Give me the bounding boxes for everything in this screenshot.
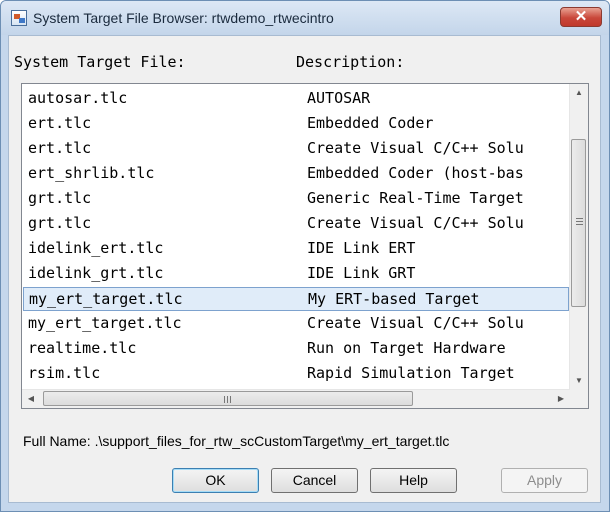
ok-button[interactable]: OK [172, 468, 259, 493]
target-file-name: my_ert_target.tlc [29, 290, 183, 308]
apply-button[interactable]: Apply [501, 468, 588, 493]
grip-line [576, 218, 583, 219]
target-file-description: Create Visual C/C++ Solu [307, 214, 524, 232]
target-file-description: Embedded Coder [307, 114, 434, 132]
target-file-name: autosar.tlc [28, 89, 128, 107]
target-file-name: ert_shrlib.tlc [28, 164, 155, 182]
target-file-name: rsim.tlc [28, 364, 101, 382]
target-file-description: Create Visual C/C++ Solu [307, 139, 524, 157]
target-file-name: grt.tlc [28, 214, 92, 232]
help-button[interactable]: Help [370, 468, 457, 493]
grip-line [230, 396, 231, 403]
target-file-name: my_ert_target.tlc [28, 314, 182, 332]
grip-line [224, 396, 225, 403]
cancel-button[interactable]: Cancel [271, 468, 358, 493]
grip-line [576, 221, 583, 222]
list-item[interactable]: autosar.tlc AUTOSAR [23, 87, 569, 111]
target-file-name: realtime.tlc [28, 339, 137, 357]
target-file-description: Generic Real-Time Target [307, 189, 524, 207]
horizontal-scroll-thumb[interactable] [43, 391, 413, 406]
target-file-description: IDE Link ERT [307, 239, 416, 257]
target-file-name: idelink_ert.tlc [28, 239, 164, 257]
target-file-name: ert.tlc [28, 139, 92, 157]
target-file-description: Run on Target Hardware [307, 339, 506, 357]
target-file-description: IDE Link GRT [307, 264, 416, 282]
list-item[interactable]: grt.tlc Create Visual C/C++ Solu [23, 212, 569, 236]
target-file-description: My ERT-based Target [308, 290, 480, 308]
list-item[interactable]: idelink_ert.tlc IDE Link ERT [23, 237, 569, 261]
list-item-selected[interactable]: my_ert_target.tlc My ERT-based Target [23, 287, 569, 311]
grip-line [576, 224, 583, 225]
scrollbar-corner [570, 390, 588, 408]
dialog-window: System Target File Browser: rtwdemo_rtwe… [0, 0, 610, 512]
target-file-description: Embedded Coder (host-bas [307, 164, 524, 182]
grip-line [227, 396, 228, 403]
target-file-description: AUTOSAR [307, 89, 371, 107]
scroll-up-arrow-icon[interactable]: ▲ [570, 84, 588, 102]
list-item[interactable]: rsim.tlc Rapid Simulation Target [23, 362, 569, 386]
list-item[interactable]: ert.tlc Embedded Coder [23, 112, 569, 136]
scroll-right-arrow-icon[interactable]: ▶ [552, 390, 570, 408]
window-title: System Target File Browser: rtwdemo_rtwe… [33, 10, 334, 26]
target-file-description: Create Visual C/C++ Solu [307, 314, 524, 332]
vertical-scroll-thumb[interactable] [571, 139, 586, 307]
target-file-name: ert.tlc [28, 114, 92, 132]
vertical-scrollbar[interactable]: ▲ ▼ [569, 84, 588, 390]
column-header-file: System Target File: [14, 53, 186, 71]
list-rows: autosar.tlc AUTOSAR ert.tlc Embedded Coder e… [22, 84, 570, 391]
target-file-name: idelink_grt.tlc [28, 264, 164, 282]
list-item[interactable]: idelink_grt.tlc IDE Link GRT [23, 262, 569, 286]
list-item[interactable]: ert.tlc Create Visual C/C++ Solu [23, 137, 569, 161]
horizontal-scrollbar[interactable]: ◀ ▶ [22, 389, 570, 408]
scroll-left-arrow-icon[interactable]: ◀ [22, 390, 40, 408]
column-header-description: Description: [296, 53, 405, 71]
list-item[interactable]: grt.tlc Generic Real-Time Target [23, 187, 569, 211]
scroll-down-arrow-icon[interactable]: ▼ [570, 372, 588, 390]
target-file-list[interactable]: autosar.tlc AUTOSAR ert.tlc Embedded Coder e… [21, 83, 589, 409]
simulink-app-icon [11, 10, 27, 26]
title-bar[interactable]: System Target File Browser: rtwdemo_rtwe… [1, 1, 609, 35]
list-item[interactable]: ert_shrlib.tlc Embedded Coder (host-bas [23, 162, 569, 186]
dialog-body: System Target File: Description: autosar… [8, 35, 601, 503]
full-name-label: Full Name: .\support_files_for_rtw_scCus… [23, 433, 450, 449]
list-item[interactable]: my_ert_target.tlc Create Visual C/C++ Sol… [23, 312, 569, 336]
target-file-description: Rapid Simulation Target [307, 364, 515, 382]
list-item[interactable]: realtime.tlc Run on Target Hardware [23, 337, 569, 361]
target-file-name: grt.tlc [28, 189, 92, 207]
close-button[interactable]: ✕ [560, 7, 602, 27]
